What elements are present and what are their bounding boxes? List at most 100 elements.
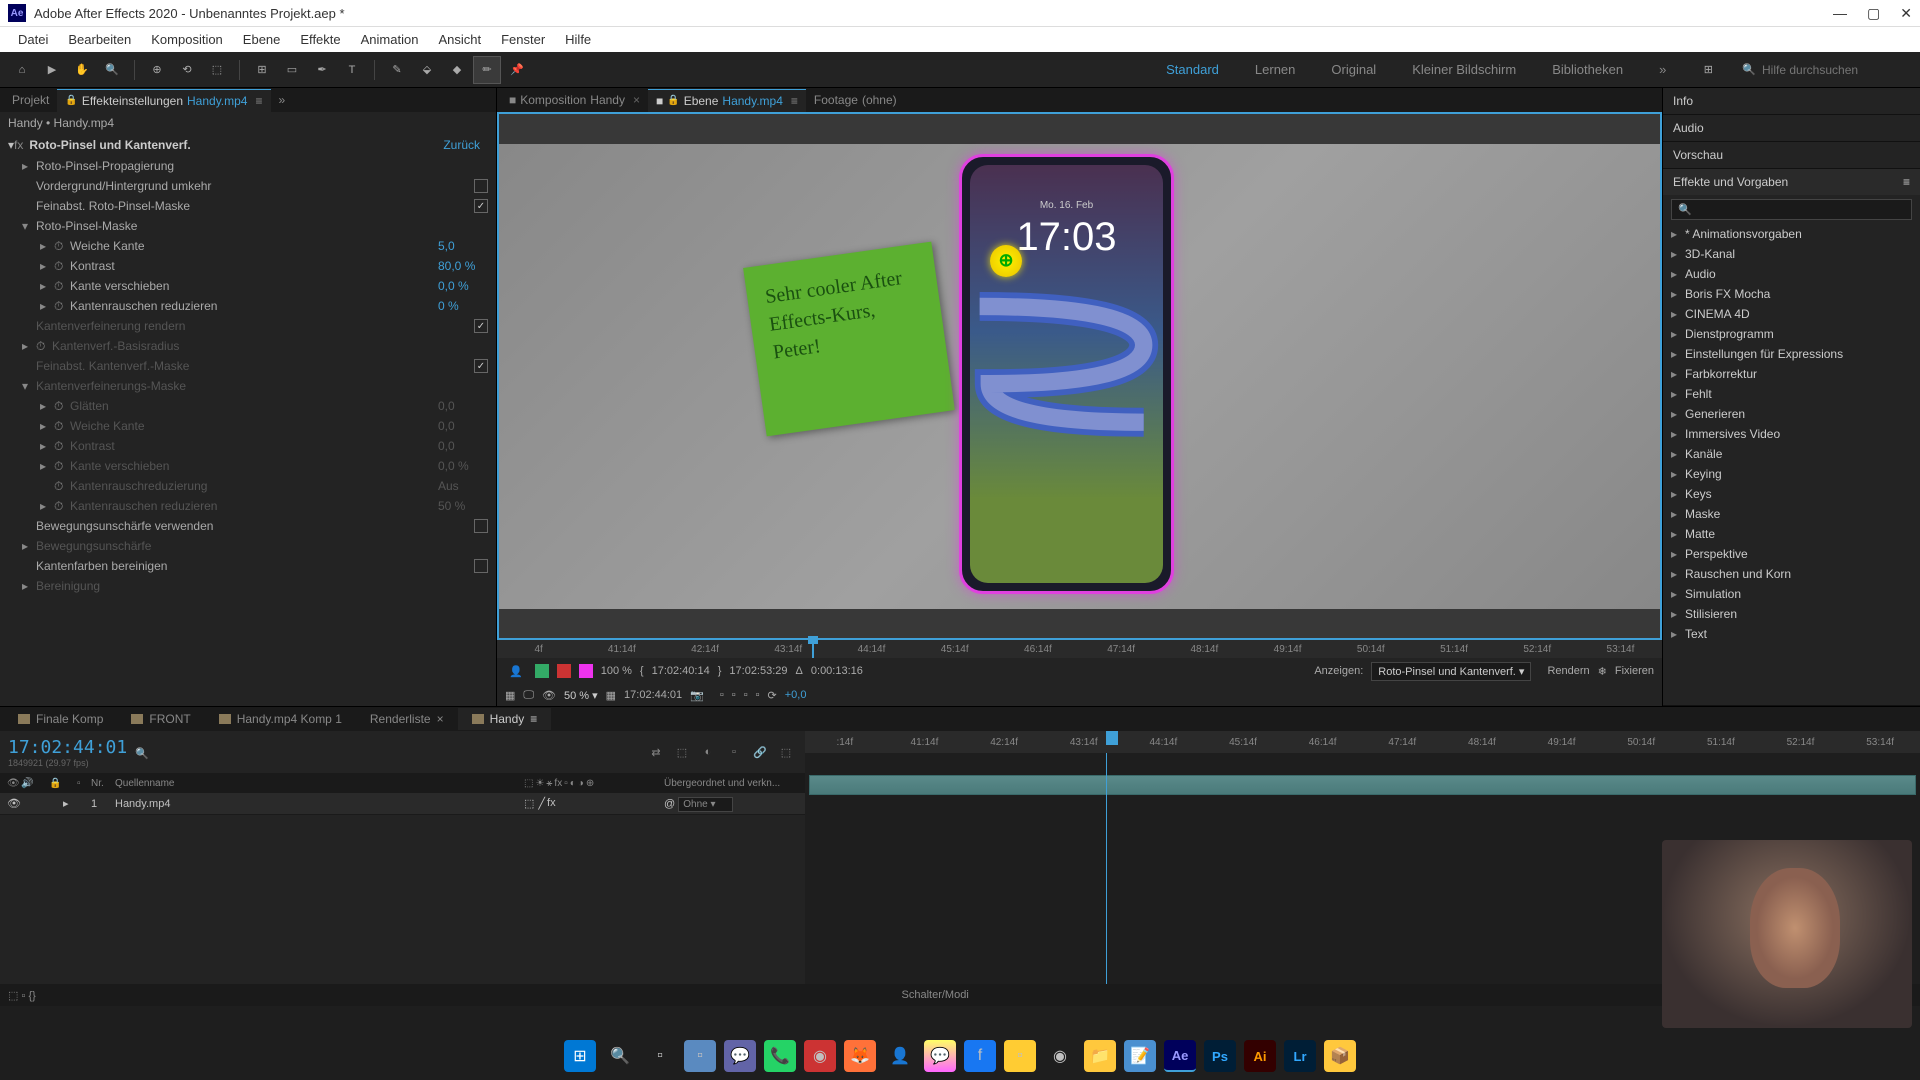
maximize-button[interactable]: ▢ (1867, 5, 1880, 22)
footer-timecode[interactable]: 17:02:44:01 (624, 689, 682, 701)
taskbar-app[interactable]: 👤 (884, 1040, 916, 1072)
tab-ebene[interactable]: ■ 🔒 Ebene Handy.mp4 ≡ (648, 89, 806, 112)
effect-category[interactable]: ▸Keys (1667, 484, 1916, 504)
stopwatch-icon[interactable]: ⏱ (54, 459, 70, 474)
prop-checkbox[interactable] (474, 199, 488, 213)
taskbar-explorer[interactable]: 📁 (1084, 1040, 1116, 1072)
zoom-tool[interactable]: 🔍 (98, 56, 126, 84)
tab-more[interactable]: » (271, 89, 294, 111)
taskbar-widgets[interactable]: ▫ (684, 1040, 716, 1072)
taskbar-app[interactable]: ◉ (804, 1040, 836, 1072)
prop-expand[interactable]: ▸ (22, 539, 36, 553)
effect-category[interactable]: ▸Dienstprogramm (1667, 324, 1916, 344)
selection-tool[interactable]: ▶ (38, 56, 66, 84)
timecode-display[interactable]: 17:02:44:01 (8, 737, 127, 758)
effect-category[interactable]: ▸Immersives Video (1667, 424, 1916, 444)
footer-icon[interactable]: 🖵 (523, 689, 534, 702)
roto-brush-tool[interactable]: ✏ (473, 56, 501, 84)
orbit-tool[interactable]: ⊕ (143, 56, 171, 84)
workspace-menu[interactable]: ⊞ (1694, 56, 1722, 84)
hand-tool[interactable]: ✋ (68, 56, 96, 84)
exposure-offset[interactable]: +0,0 (785, 689, 807, 701)
taskbar-facebook[interactable]: f (964, 1040, 996, 1072)
prop-expand[interactable]: ▸ (40, 419, 54, 433)
parent-pickwhip[interactable]: @ (664, 798, 675, 810)
panel-menu-icon[interactable]: ≡ (530, 712, 537, 726)
tab-komposition[interactable]: ■ Komposition Handy × (501, 89, 648, 111)
col-parent[interactable]: Übergeordnet und verkn... (661, 778, 801, 789)
panel-audio[interactable]: Audio (1663, 115, 1920, 141)
effect-category[interactable]: ▸Boris FX Mocha (1667, 284, 1916, 304)
prop-expand[interactable]: ▸ (40, 259, 54, 273)
stopwatch-icon[interactable]: ⏱ (54, 299, 70, 314)
effect-category[interactable]: ▸Simulation (1667, 584, 1916, 604)
effects-search[interactable]: 🔍 (1671, 199, 1912, 220)
prop-expand[interactable]: ▸ (22, 159, 36, 173)
effect-category[interactable]: ▸Matte (1667, 524, 1916, 544)
prop-value[interactable]: 80,0 % (438, 259, 488, 273)
viewer[interactable]: Sehr cooler After Effects-Kurs, Peter! M… (497, 112, 1662, 640)
taskbar-messenger[interactable]: 💬 (924, 1040, 956, 1072)
prop-expand[interactable]: ▸ (40, 439, 54, 453)
text-tool[interactable]: T (338, 56, 366, 84)
timeline-tool[interactable]: ⬚ (671, 741, 693, 763)
footer-icon[interactable]: ⬚ (8, 990, 18, 1002)
viewer-content[interactable]: Sehr cooler After Effects-Kurs, Peter! M… (499, 144, 1660, 609)
prop-expand[interactable]: ▸ (40, 239, 54, 253)
exposure-button[interactable]: ⟳ (768, 689, 777, 702)
fx-icon[interactable]: fx (14, 138, 23, 152)
stopwatch-icon[interactable]: ⏱ (54, 239, 70, 254)
color-red[interactable] (557, 664, 571, 678)
prop-expand[interactable]: ▸ (40, 299, 54, 313)
minimize-button[interactable]: — (1833, 5, 1847, 22)
ratio-value[interactable]: 100 % (601, 665, 632, 677)
menu-fenster[interactable]: Fenster (491, 28, 555, 51)
start-button[interactable]: ⊞ (564, 1040, 596, 1072)
tc-out[interactable]: 17:02:53:29 (729, 665, 787, 677)
fixieren-icon[interactable]: ❄ (1598, 665, 1607, 678)
layer-expand[interactable]: ▸ (60, 797, 74, 810)
taskbar-photoshop[interactable]: Ps (1204, 1040, 1236, 1072)
workspace-more[interactable]: » (1651, 58, 1674, 81)
camera-tool[interactable]: ⬚ (203, 56, 231, 84)
mini-playhead[interactable] (812, 640, 814, 658)
footer-icon[interactable]: 👁 (542, 689, 556, 702)
prop-checkbox[interactable] (474, 359, 488, 373)
timeline-tab-renderliste[interactable]: Renderliste× (356, 708, 458, 730)
timeline-tool[interactable]: ⬚ (775, 741, 797, 763)
taskbar-notepad[interactable]: 📝 (1124, 1040, 1156, 1072)
taskbar-app[interactable]: ▫ (1004, 1040, 1036, 1072)
workspace-kleiner[interactable]: Kleiner Bildschirm (1404, 58, 1524, 81)
col-num[interactable]: Nr. (88, 778, 112, 789)
stopwatch-icon[interactable]: ⏱ (54, 499, 70, 514)
puppet-tool[interactable]: 📌 (503, 56, 531, 84)
brush-tool[interactable]: ✎ (383, 56, 411, 84)
panel-menu-icon[interactable]: ≡ (255, 94, 262, 108)
prop-value[interactable]: 0,0 (438, 419, 488, 433)
prop-expand[interactable]: ▸ (40, 279, 54, 293)
effect-category[interactable]: ▸Generieren (1667, 404, 1916, 424)
prop-value[interactable]: 0,0 % (438, 279, 488, 293)
prop-checkbox[interactable] (474, 179, 488, 193)
effect-category[interactable]: ▸Fehlt (1667, 384, 1916, 404)
prop-value[interactable]: 0,0 (438, 399, 488, 413)
menu-bearbeiten[interactable]: Bearbeiten (58, 28, 141, 51)
menu-hilfe[interactable]: Hilfe (555, 28, 601, 51)
prop-expand[interactable]: ▾ (22, 379, 36, 393)
prop-expand[interactable]: ▾ (22, 219, 36, 233)
timeline-tab-front[interactable]: FRONT (117, 708, 204, 730)
stopwatch-icon[interactable]: ⏱ (36, 339, 52, 354)
prop-value[interactable]: 5,0 (438, 239, 488, 253)
footer-icon[interactable]: ▦ (505, 689, 515, 702)
footer-icon[interactable]: ▫ (21, 990, 25, 1002)
prop-expand[interactable]: ▸ (40, 499, 54, 513)
effects-search-input[interactable] (1692, 204, 1905, 216)
effect-category[interactable]: ▸Kanäle (1667, 444, 1916, 464)
taskbar-whatsapp[interactable]: 📞 (764, 1040, 796, 1072)
rotation-tool[interactable]: ⟲ (173, 56, 201, 84)
prop-checkbox[interactable] (474, 559, 488, 573)
playhead[interactable] (1106, 731, 1118, 745)
taskbar-teams[interactable]: 💬 (724, 1040, 756, 1072)
prop-value[interactable]: Aus (438, 479, 488, 493)
prop-checkbox[interactable] (474, 319, 488, 333)
